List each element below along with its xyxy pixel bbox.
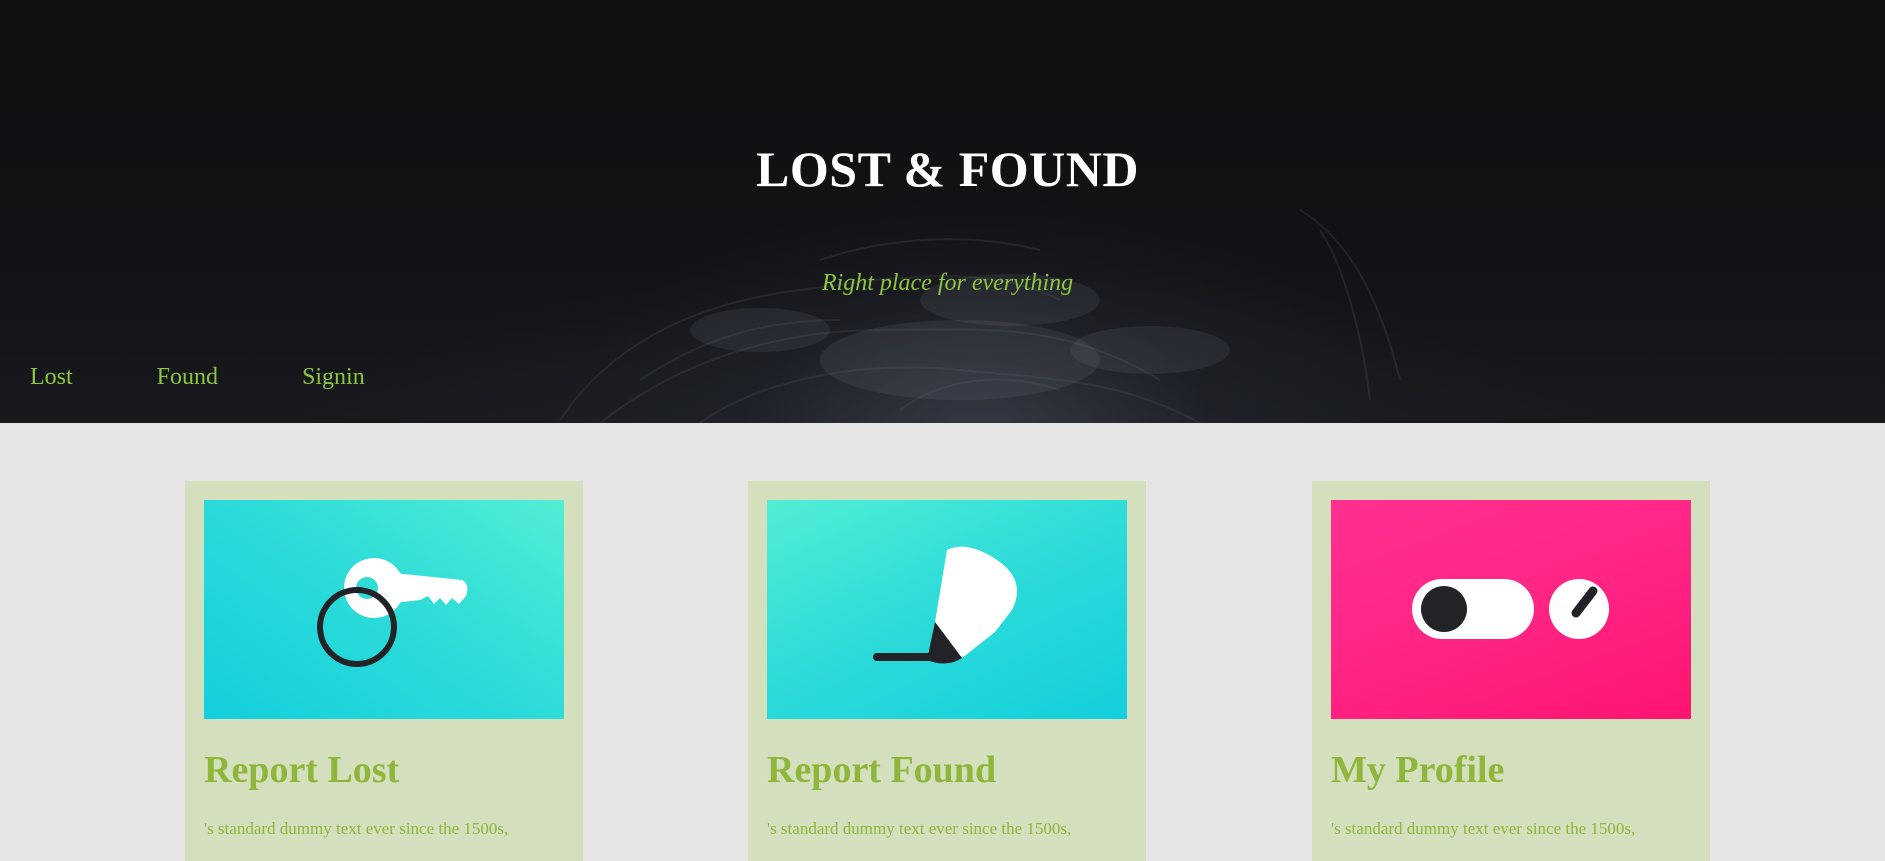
hero-background-texture <box>559 209 1401 423</box>
card-text-my-profile: 's standard dummy text ever since the 15… <box>1331 819 1636 838</box>
site-title: LOST & FOUND <box>756 141 1139 197</box>
key-ring-icon <box>317 558 468 667</box>
nav-link-lost[interactable]: Lost <box>30 364 73 391</box>
card-text-report-lost: 's standard dummy text ever since the 15… <box>204 819 509 838</box>
marker-pen-icon <box>873 546 1017 664</box>
card-report-found[interactable]: Report Found 's standard dummy text ever… <box>748 481 1146 861</box>
card-report-lost[interactable]: Report Lost 's standard dummy text ever … <box>185 481 583 861</box>
card-image-report-found <box>767 500 1127 719</box>
card-title-report-lost: Report Lost <box>204 749 400 791</box>
hero-header: LOST & FOUND Right place for everything … <box>0 0 1885 423</box>
card-image-my-profile <box>1331 500 1691 719</box>
card-my-profile[interactable]: My Profile 's standard dummy text ever s… <box>1312 481 1710 861</box>
main-nav: Lost Found Signin <box>30 364 449 391</box>
card-text-report-found: 's standard dummy text ever since the 15… <box>767 819 1072 838</box>
site-tagline: Right place for everything <box>821 270 1074 296</box>
nav-link-found[interactable]: Found <box>157 364 218 391</box>
card-title-my-profile: My Profile <box>1331 749 1505 791</box>
nav-link-signin[interactable]: Signin <box>302 364 365 391</box>
card-title-report-found: Report Found <box>767 749 997 791</box>
toggle-switch-icon <box>1412 579 1609 639</box>
card-image-report-lost <box>204 500 564 719</box>
